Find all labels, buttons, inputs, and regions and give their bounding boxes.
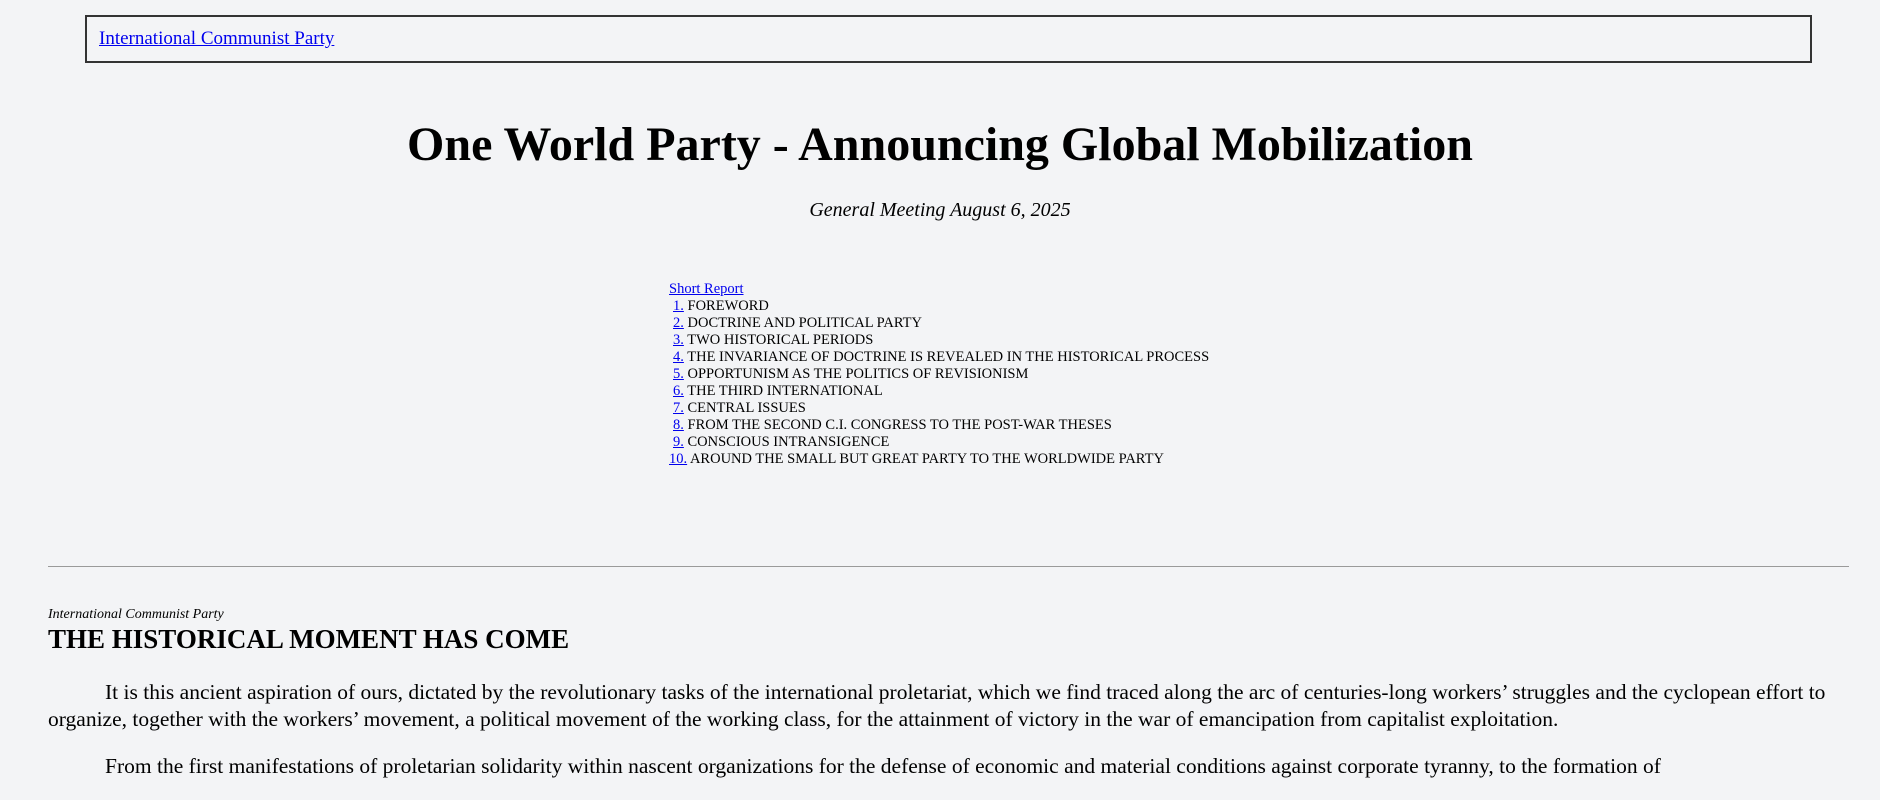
site-header-box: International Communist Party xyxy=(85,15,1812,63)
toc-item-label: OPPORTUNISM AS THE POLITICS OF REVISIONI… xyxy=(687,366,1029,382)
toc-item-label: FOREWORD xyxy=(687,298,769,314)
section-kicker: International Communist Party xyxy=(48,607,224,622)
toc-item: 6. THE THIRD INTERNATIONAL xyxy=(669,383,1209,400)
site-home-link[interactable]: International Communist Party xyxy=(99,28,334,50)
toc-item: 10. AROUND THE SMALL BUT GREAT PARTY TO … xyxy=(669,451,1209,468)
toc-item-number-link[interactable]: 2. xyxy=(673,315,684,331)
article-subtitle: General Meeting August 6, 2025 xyxy=(809,199,1071,221)
section-divider xyxy=(48,566,1849,567)
toc-item: 2. DOCTRINE AND POLITICAL PARTY xyxy=(669,315,1209,332)
toc-item-number-link[interactable]: 3. xyxy=(673,332,684,348)
toc-item: 1. FOREWORD xyxy=(669,298,1209,315)
toc-item-label: DOCTRINE AND POLITICAL PARTY xyxy=(687,315,923,331)
toc-item-label: FROM THE SECOND C.I. CONGRESS TO THE POS… xyxy=(687,417,1112,433)
toc-item: 9. CONSCIOUS INTRANSIGENCE xyxy=(669,434,1209,451)
toc-item-number-link[interactable]: 8. xyxy=(673,417,684,433)
toc-item: 3. TWO HISTORICAL PERIODS xyxy=(669,332,1209,349)
section-title: THE HISTORICAL MOMENT HAS COME xyxy=(48,624,570,654)
toc-item-label: THE THIRD INTERNATIONAL xyxy=(687,383,883,399)
article-body: It is this ancient aspiration of ours, d… xyxy=(48,679,1849,800)
toc-item: 8. FROM THE SECOND C.I. CONGRESS TO THE … xyxy=(669,417,1209,434)
toc-item-number-link[interactable]: 4. xyxy=(673,349,684,365)
toc-item-label: CONSCIOUS INTRANSIGENCE xyxy=(687,434,890,450)
table-of-contents: Short Report 1. FOREWORD 2. DOCTRINE AND… xyxy=(669,281,1209,468)
body-paragraph: It is this ancient aspiration of ours, d… xyxy=(48,680,1826,731)
article-title: One World Party - Announcing Global Mobi… xyxy=(407,118,1473,171)
toc-item-number-link[interactable]: 6. xyxy=(673,383,684,399)
toc-item: 5. OPPORTUNISM AS THE POLITICS OF REVISI… xyxy=(669,366,1209,383)
toc-item-number-link[interactable]: 10. xyxy=(669,451,687,467)
toc-item: 7. CENTRAL ISSUES xyxy=(669,400,1209,417)
toc-item-number-link[interactable]: 9. xyxy=(673,434,684,450)
toc-item-number-link[interactable]: 5. xyxy=(673,366,684,382)
body-paragraph: From the first manifestations of proleta… xyxy=(105,754,1661,778)
toc-short-report-link[interactable]: Short Report xyxy=(669,281,1209,298)
toc-item-label: CENTRAL ISSUES xyxy=(687,400,806,416)
toc-item-number-link[interactable]: 1. xyxy=(673,298,684,314)
toc-item-number-link[interactable]: 7. xyxy=(673,400,684,416)
toc-item-label: THE INVARIANCE OF DOCTRINE IS REVEALED I… xyxy=(687,349,1210,365)
toc-item-label: AROUND THE SMALL BUT GREAT PARTY TO THE … xyxy=(689,451,1164,467)
toc-item-label: TWO HISTORICAL PERIODS xyxy=(687,332,874,348)
toc-item: 4. THE INVARIANCE OF DOCTRINE IS REVEALE… xyxy=(669,349,1209,366)
